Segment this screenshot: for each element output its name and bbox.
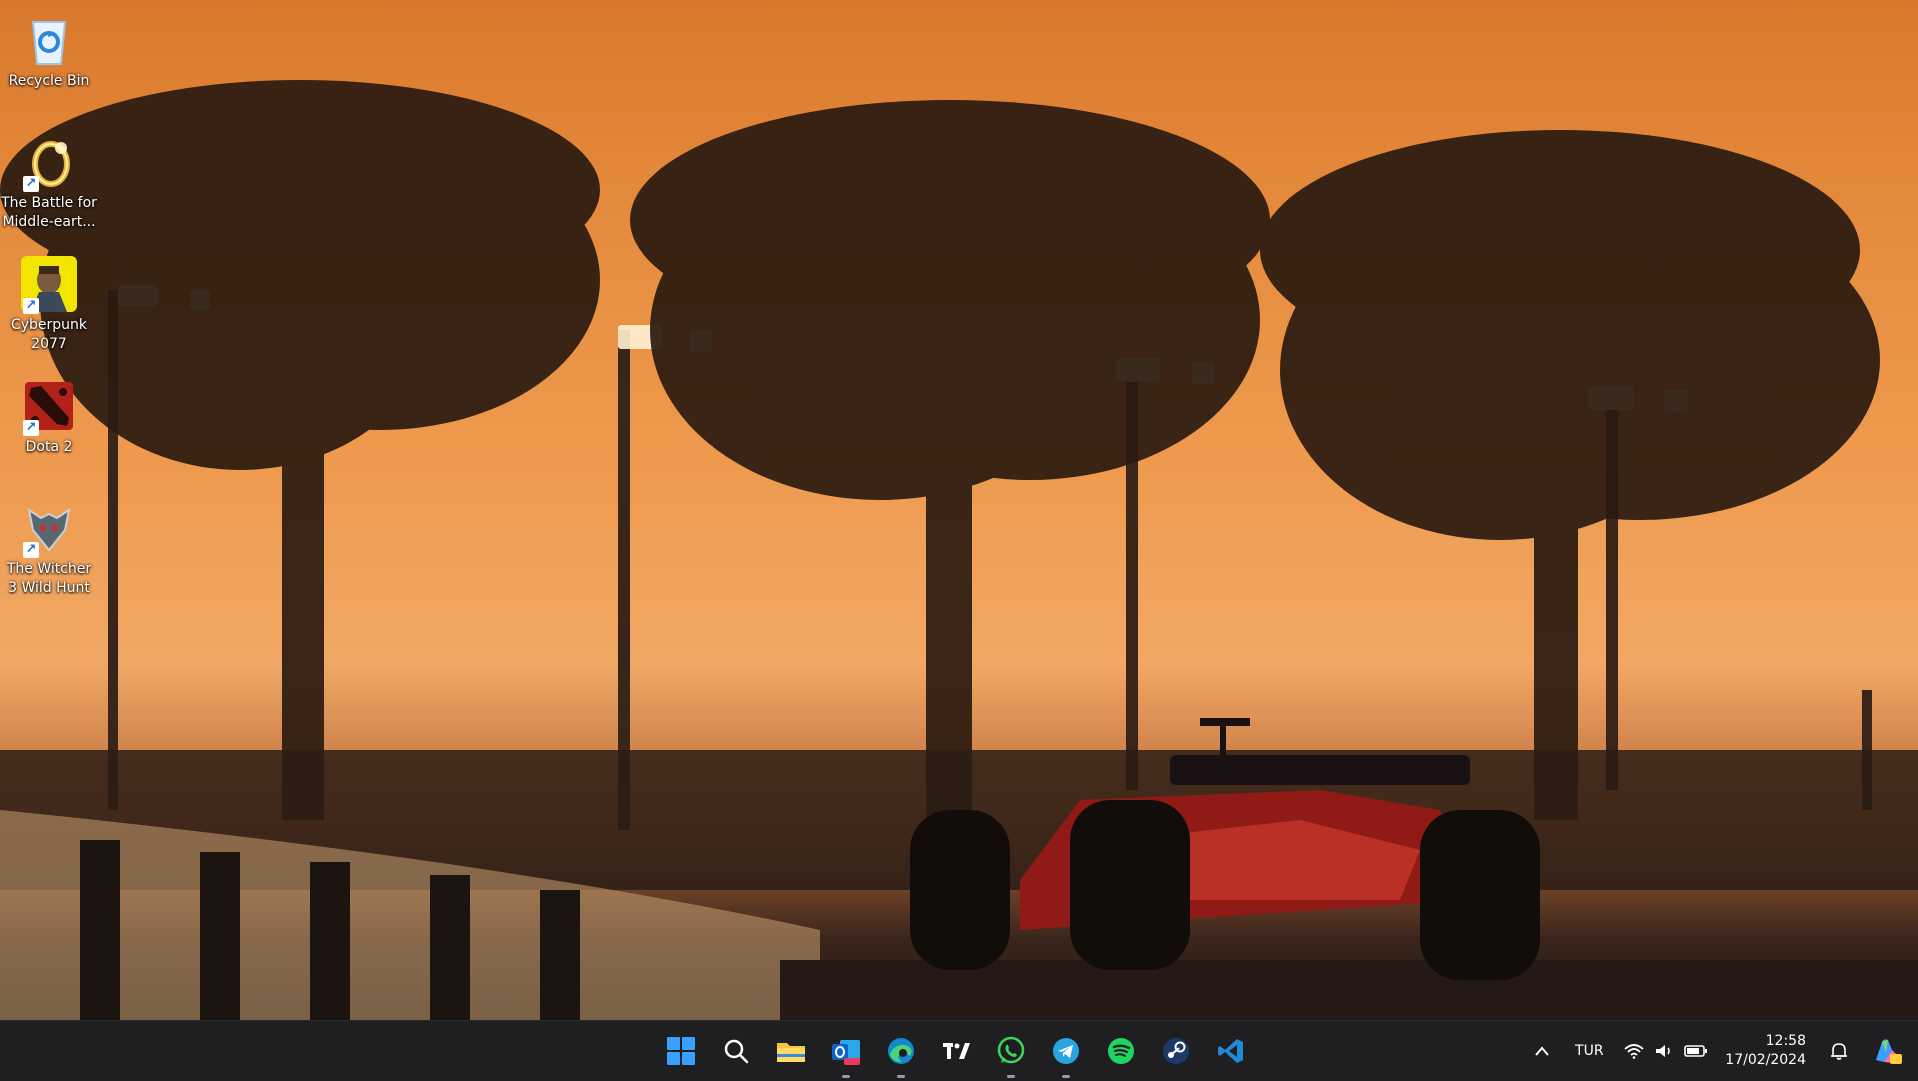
outlook-icon [832,1040,860,1065]
clock-date: 17/02/2024 [1725,1052,1806,1068]
vscode-button[interactable] [1210,1030,1252,1072]
language-indicator[interactable]: TUR [1569,1031,1609,1071]
dota-icon: ↗ [21,378,77,436]
spotify-icon [1108,1038,1134,1064]
volume-icon [1656,1045,1671,1057]
whatsapp-button[interactable] [990,1030,1032,1078]
desktop-icon-label: Recycle Bin [8,73,90,89]
outlook-button[interactable] [825,1030,867,1078]
desktop-icon-label: Cyberpunk 2077 [10,317,88,352]
tradingview-button[interactable] [935,1030,977,1072]
notifications-button[interactable] [1824,1031,1854,1071]
taskbar: TUR 12:58 17/02/2024 [0,1020,1918,1081]
show-hidden-icons-button[interactable] [1527,1031,1557,1071]
battery-icon [1684,1045,1708,1057]
copilot-button[interactable] [1866,1031,1906,1071]
steam-button[interactable] [1155,1030,1197,1072]
windows-logo-icon [667,1037,695,1065]
desktop-icon-recycle-bin[interactable]: Recycle Bin [0,12,98,91]
wallpaper-image [0,80,1918,1020]
spotify-button[interactable] [1100,1030,1142,1072]
desktop[interactable]: Recycle Bin ↗ The Battle for Middle-eart… [0,0,1918,1020]
taskbar-apps [660,1021,1252,1081]
desktop-icon-label: Dota 2 [25,439,73,455]
folder-icon [777,1043,805,1062]
shortcut-arrow-icon: ↗ [23,420,39,436]
running-indicator [897,1075,905,1078]
bell-icon [1831,1043,1847,1060]
witcher-wolf-icon: ↗ [21,500,77,558]
system-tray: TUR 12:58 17/02/2024 [1521,1021,1918,1081]
running-indicator [842,1075,850,1078]
recycle-bin-icon [21,12,77,68]
clock[interactable]: 12:58 17/02/2024 [1725,1032,1806,1070]
shortcut-arrow-icon: ↗ [23,176,39,192]
desktop-icon-battle-for-middle-earth[interactable]: ↗ The Battle for Middle-eart... [0,134,98,232]
edge-icon [888,1038,914,1064]
running-indicator [1007,1075,1015,1078]
edge-button[interactable] [880,1030,922,1078]
telegram-icon [1053,1038,1079,1064]
clock-time: 12:58 [1765,1033,1806,1049]
start-button[interactable] [660,1030,702,1072]
vscode-icon [1218,1039,1243,1063]
shortcut-arrow-icon: ↗ [23,298,39,314]
running-indicator [1062,1075,1070,1078]
cyberpunk-icon: ↗ [21,256,77,314]
desktop-icon-cyberpunk-2077[interactable]: ↗ Cyberpunk 2077 [0,256,98,354]
desktop-icon-dota-2[interactable]: ↗ Dota 2 [0,378,98,457]
whatsapp-icon [997,1036,1025,1064]
copilot-icon [1876,1039,1902,1064]
search-button[interactable] [715,1030,757,1072]
chevron-up-icon [1535,1046,1550,1056]
ring-icon: ↗ [21,134,77,192]
desktop-icon-witcher-3[interactable]: ↗ The Witcher 3 Wild Hunt [0,500,98,598]
file-explorer-button[interactable] [770,1030,812,1072]
search-icon [724,1039,749,1064]
desktop-icon-label: The Battle for Middle-eart... [1,195,97,230]
tradingview-icon [943,1043,970,1059]
network-volume-battery-button[interactable] [1621,1031,1711,1071]
telegram-button[interactable] [1045,1030,1087,1078]
wifi-icon [1624,1044,1644,1059]
steam-icon [1163,1038,1189,1064]
desktop-icon-label: The Witcher 3 Wild Hunt [6,561,92,596]
shortcut-arrow-icon: ↗ [23,542,39,558]
